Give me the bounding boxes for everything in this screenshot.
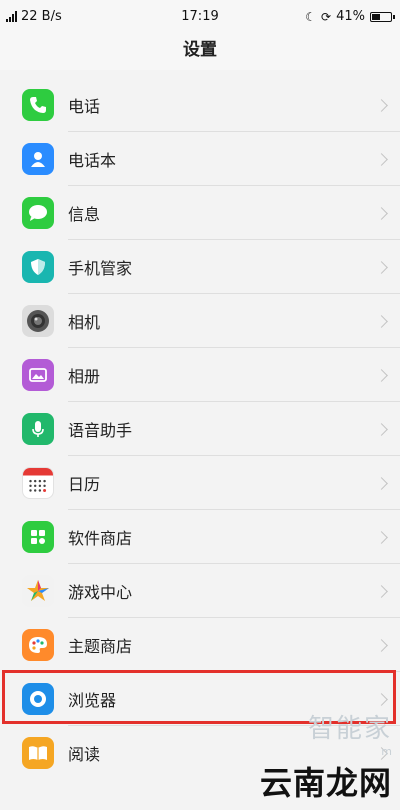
chevron-right-icon xyxy=(375,692,388,706)
status-right: ☾ ⟳ 41% xyxy=(305,9,395,24)
settings-item-theme-store[interactable]: 主题商店 xyxy=(0,618,400,672)
browser-icon xyxy=(22,683,54,715)
game-center-icon xyxy=(22,575,54,607)
settings-item-messages[interactable]: 信息 xyxy=(0,186,400,240)
settings-item-camera[interactable]: 相机 xyxy=(0,294,400,348)
settings-item-phone-manager[interactable]: 手机管家 xyxy=(0,240,400,294)
camera-icon xyxy=(22,305,54,337)
chevron-right-icon xyxy=(375,260,388,274)
chevron-right-icon xyxy=(375,638,388,652)
chevron-right-icon xyxy=(375,530,388,544)
chevron-right-icon xyxy=(375,206,388,220)
book-icon xyxy=(22,737,54,769)
calendar-icon xyxy=(22,467,54,499)
battery-icon xyxy=(370,11,395,22)
settings-item-contacts[interactable]: 电话本 xyxy=(0,132,400,186)
chevron-right-icon xyxy=(375,368,388,382)
settings-list: 电话 电话本 信息 手机管家 相机 相册 语音助手 日历 软件商店 游戏中心 主… xyxy=(0,78,400,810)
settings-item-label: 电话本 xyxy=(68,151,117,170)
chevron-right-icon xyxy=(375,152,388,166)
settings-item-label: 相机 xyxy=(68,313,101,332)
chevron-right-icon xyxy=(375,746,388,760)
chevron-right-icon xyxy=(375,422,388,436)
contacts-icon xyxy=(22,143,54,175)
settings-item-label: 手机管家 xyxy=(68,259,133,278)
settings-item-phone[interactable]: 电话 xyxy=(0,78,400,132)
settings-item-browser[interactable]: 浏览器 xyxy=(0,672,400,726)
phone-icon xyxy=(22,89,54,121)
settings-item-label: 信息 xyxy=(68,205,101,224)
settings-item-gallery[interactable]: 相册 xyxy=(0,348,400,402)
settings-item-app-store[interactable]: 软件商店 xyxy=(0,510,400,564)
microphone-icon xyxy=(22,413,54,445)
settings-item-game-center[interactable]: 游戏中心 xyxy=(0,564,400,618)
settings-item-label: 主题商店 xyxy=(68,637,133,656)
settings-item-label: 阅读 xyxy=(68,745,101,764)
settings-item-reading[interactable]: 阅读 xyxy=(0,726,400,780)
rotation-lock-icon: ⟳ xyxy=(321,9,332,24)
battery-percent: 41% xyxy=(336,9,365,24)
settings-item-label: 日历 xyxy=(68,475,101,494)
settings-item-label: 相册 xyxy=(68,367,101,386)
moon-icon: ☾ xyxy=(305,9,317,24)
status-bar: 22 B/s 17:19 ☾ ⟳ 41% xyxy=(0,0,400,34)
app-store-icon xyxy=(22,521,54,553)
chevron-right-icon xyxy=(375,476,388,490)
page-title: 设置 xyxy=(0,34,400,70)
settings-item-label: 浏览器 xyxy=(68,691,117,710)
settings-item-label: 游戏中心 xyxy=(68,583,133,602)
chevron-right-icon xyxy=(375,314,388,328)
palette-icon xyxy=(22,629,54,661)
settings-item-label: 电话 xyxy=(68,97,101,116)
chevron-right-icon xyxy=(375,98,388,112)
settings-item-calendar[interactable]: 日历 xyxy=(0,456,400,510)
settings-item-label: 软件商店 xyxy=(68,529,133,548)
settings-item-voice-assistant[interactable]: 语音助手 xyxy=(0,402,400,456)
chevron-right-icon xyxy=(375,584,388,598)
settings-item-label: 语音助手 xyxy=(68,421,133,440)
message-icon xyxy=(22,197,54,229)
gallery-icon xyxy=(22,359,54,391)
shield-icon xyxy=(22,251,54,283)
